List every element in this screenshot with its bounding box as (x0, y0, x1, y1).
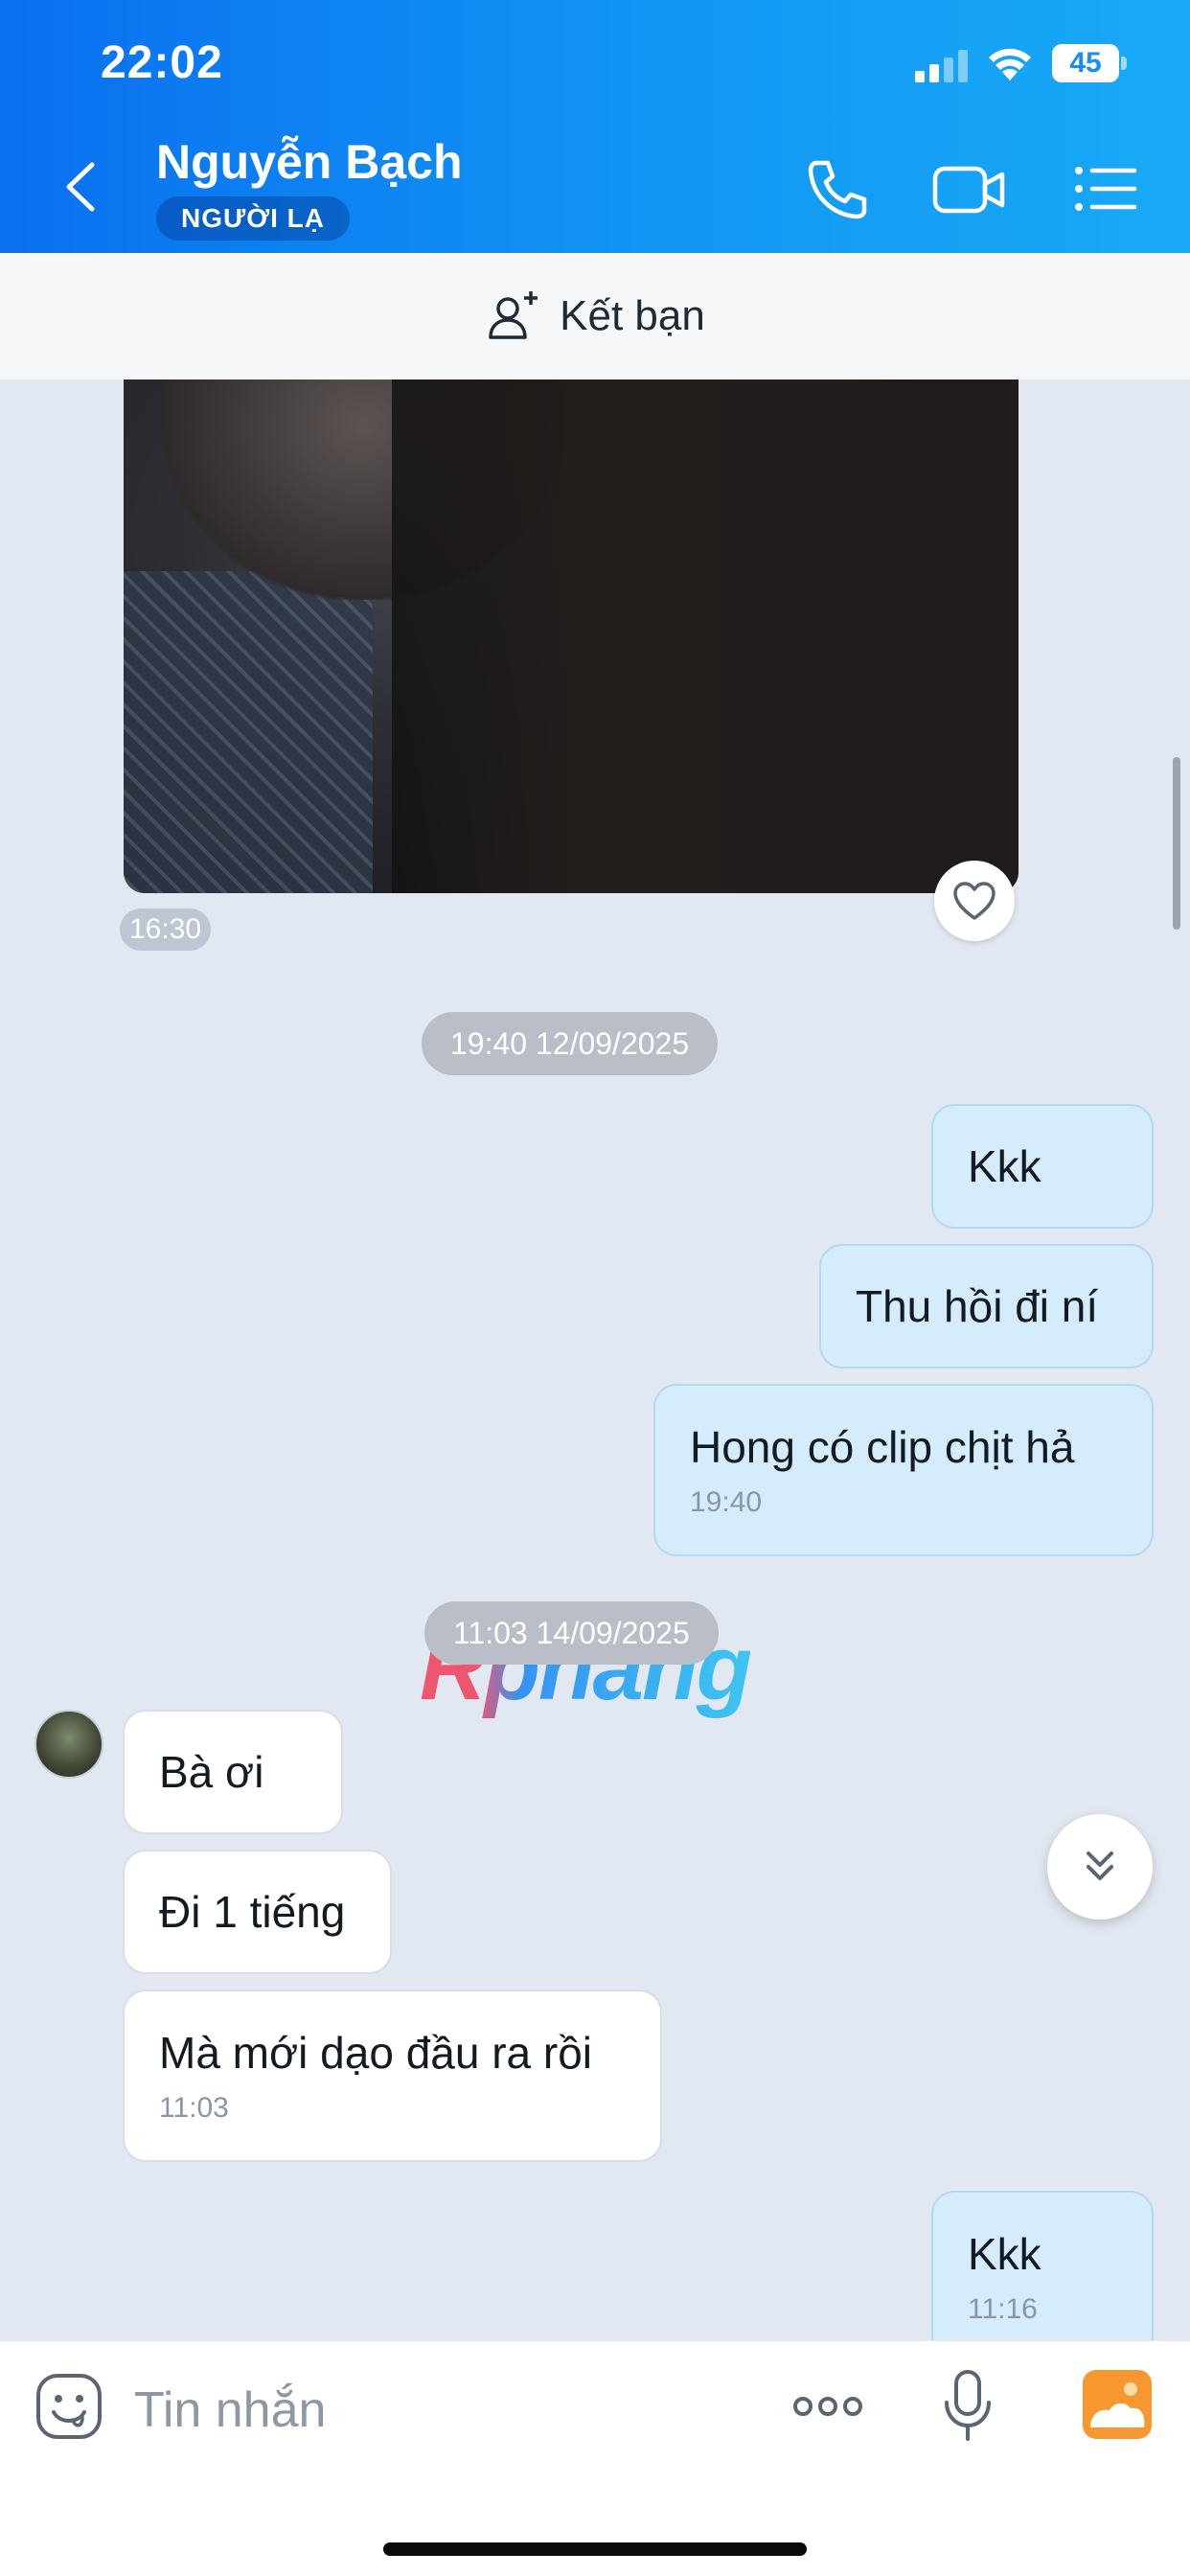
wifi-icon (989, 48, 1031, 80)
message-text: Mà mới dạo đầu ra rồi (159, 2028, 593, 2078)
photo-time: 16:30 (120, 908, 212, 951)
heart-reaction-button[interactable] (934, 861, 1015, 941)
chat-messages[interactable]: 16:30 19:40 12/09/2025 Kkk Rphang Thu hồ… (0, 380, 1190, 2340)
received-message[interactable]: Đi 1 tiếng (123, 1850, 392, 1974)
video-call-icon[interactable] (931, 155, 1008, 222)
phone-icon[interactable] (803, 155, 872, 222)
more-options-icon[interactable] (790, 2383, 866, 2429)
gallery-icon[interactable] (1081, 2368, 1154, 2441)
message-text: Kkk (968, 2229, 1041, 2279)
scrollbar[interactable] (1173, 757, 1180, 930)
microphone-icon[interactable] (941, 2368, 995, 2445)
sent-message[interactable]: Hong có clip chịt hả 19:40 (653, 1384, 1154, 1556)
stranger-badge: NGƯỜI LẠ (156, 196, 350, 241)
message-time: 11:03 (159, 2092, 229, 2124)
scroll-to-bottom-button[interactable] (1047, 1814, 1153, 1920)
message-text: Hong có clip chịt hả (690, 1422, 1075, 1472)
photo-message[interactable] (124, 380, 1018, 893)
message-text: Thu hồi đi ní (856, 1281, 1099, 1331)
message-text: Bà ơi (159, 1747, 264, 1797)
message-input[interactable] (134, 2380, 747, 2441)
date-separator: 19:40 12/09/2025 (422, 1012, 719, 1075)
received-message[interactable]: Bà ơi (123, 1710, 343, 1834)
received-message[interactable]: Mà mới dạo đầu ra rồi 11:03 (123, 1990, 662, 2162)
message-text: Kkk (968, 1141, 1041, 1191)
message-time: 19:40 (690, 1486, 763, 1518)
sticker-icon[interactable] (34, 2372, 103, 2441)
signal-icon (915, 50, 968, 82)
message-time: 11:16 (968, 2293, 1038, 2325)
battery-icon: 45 (1052, 44, 1127, 82)
message-composer (0, 2340, 1190, 2576)
add-friend-icon (489, 291, 538, 339)
contact-avatar[interactable] (34, 1710, 103, 1779)
sent-message[interactable]: Kkk (931, 1104, 1154, 1229)
status-time: 22:02 (101, 37, 223, 88)
date-separator: 11:03 14/09/2025 (424, 1601, 719, 1665)
menu-list-icon[interactable] (1071, 155, 1140, 222)
add-friend-label: Kết bạn (560, 292, 705, 339)
sent-message[interactable]: Thu hồi đi ní (819, 1244, 1154, 1368)
back-icon[interactable] (56, 153, 103, 220)
home-indicator (383, 2542, 807, 2556)
add-friend-bar[interactable]: Kết bạn (0, 253, 1190, 380)
double-chevron-down-icon (1087, 1852, 1113, 1880)
chat-header: 22:02 45 Nguyễn Bạch NGƯỜI LẠ (0, 0, 1190, 253)
contact-name[interactable]: Nguyễn Bạch (156, 134, 463, 190)
sent-message[interactable]: Kkk 11:16 (931, 2191, 1154, 2340)
heart-icon (953, 882, 995, 920)
battery-level: 45 (1052, 44, 1119, 82)
message-text: Đi 1 tiếng (159, 1887, 346, 1937)
